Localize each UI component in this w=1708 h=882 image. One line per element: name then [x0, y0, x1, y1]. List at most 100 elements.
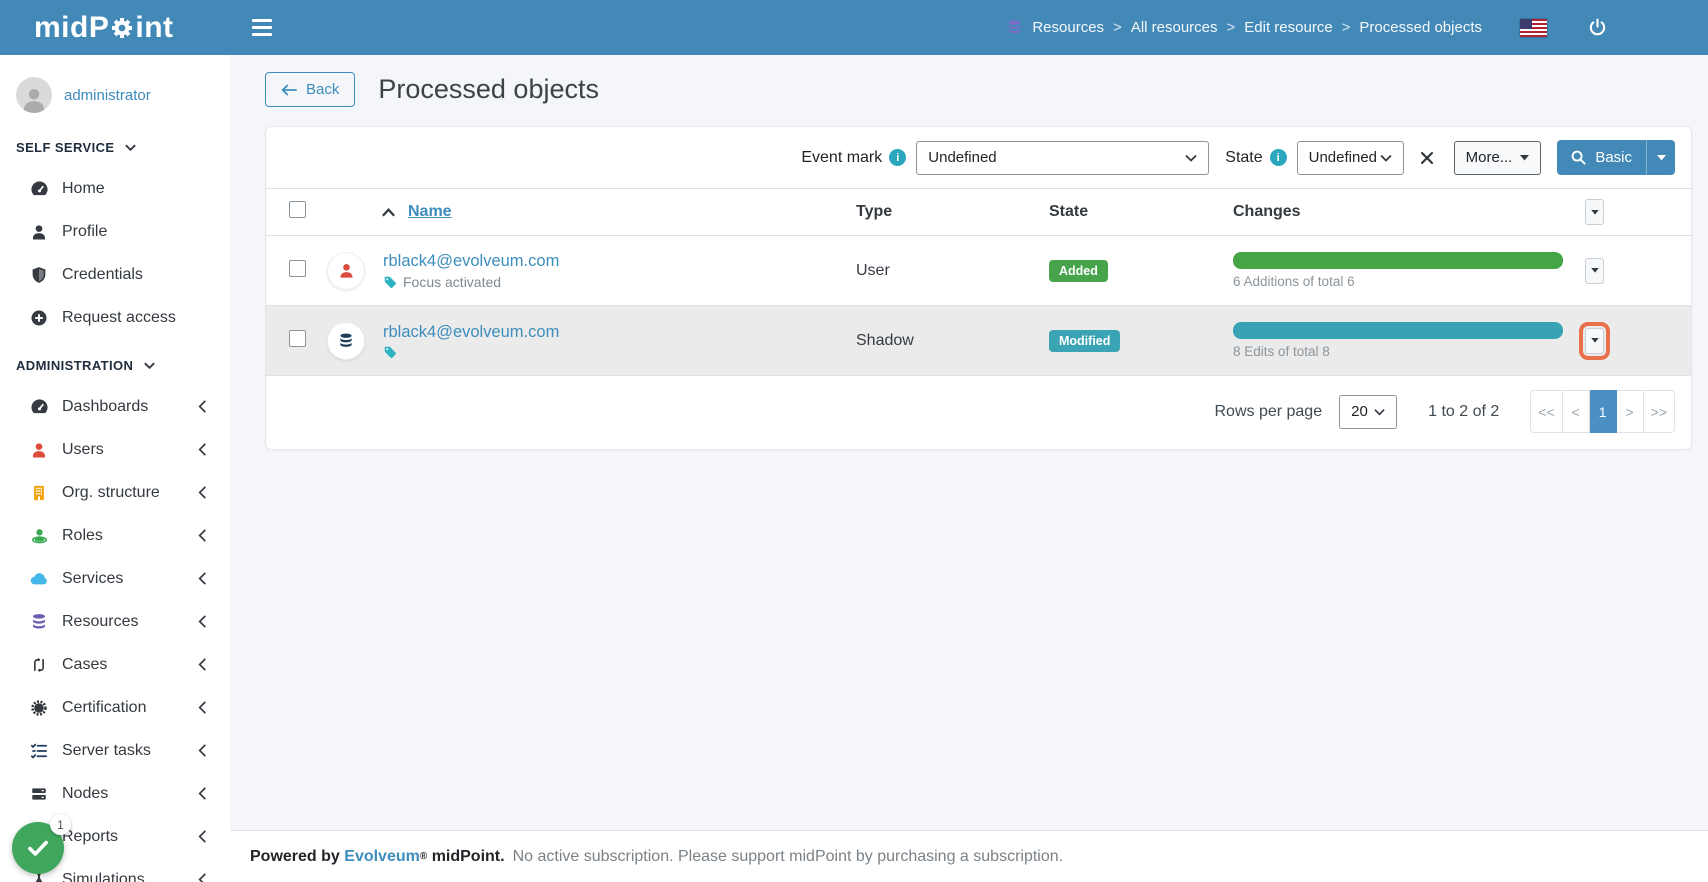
- sidebar-item-server-tasks[interactable]: Server tasks: [0, 729, 230, 772]
- sidebar-item-label: Home: [62, 180, 214, 198]
- column-header-state: State: [1041, 203, 1226, 221]
- gauge-icon: [29, 179, 49, 199]
- caret-down-icon: [1520, 155, 1529, 161]
- state-select[interactable]: Undefined: [1297, 141, 1404, 175]
- sort-ascending-icon[interactable]: [381, 207, 396, 218]
- registered-mark: ®: [420, 851, 427, 862]
- user-panel: administrator: [0, 69, 230, 121]
- chevron-left-icon: [197, 571, 208, 586]
- page-1-button[interactable]: 1: [1590, 390, 1617, 433]
- sidebar-item-nodes[interactable]: Nodes: [0, 772, 230, 815]
- back-button[interactable]: Back: [265, 72, 355, 107]
- building-icon: [29, 483, 49, 503]
- page-size-select[interactable]: 20: [1339, 395, 1397, 429]
- table-header-row: Name Type State Changes: [266, 188, 1691, 235]
- last-page-button[interactable]: >>: [1644, 390, 1675, 433]
- row-actions-dropdown-button[interactable]: [1585, 258, 1604, 284]
- basic-search-button[interactable]: Basic: [1557, 140, 1646, 175]
- breadcrumb-resources[interactable]: Resources: [1032, 19, 1104, 36]
- previous-page-button[interactable]: <: [1563, 390, 1590, 433]
- sidebar-item-certification[interactable]: Certification: [0, 686, 230, 729]
- sidebar-username-link[interactable]: administrator: [64, 87, 151, 104]
- menu-section-label: ADMINISTRATION: [16, 358, 133, 373]
- search-mode-caret-button[interactable]: [1646, 140, 1675, 175]
- object-type: User: [846, 262, 1041, 280]
- chevron-left-icon: [197, 528, 208, 543]
- table-config-dropdown-button[interactable]: [1585, 199, 1604, 225]
- logout-power-icon[interactable]: [1587, 17, 1608, 38]
- column-header-type: Type: [846, 203, 1041, 221]
- breadcrumb-edit-resource[interactable]: Edit resource: [1244, 19, 1332, 36]
- next-page-button[interactable]: >: [1617, 390, 1644, 433]
- info-icon[interactable]: i: [1270, 149, 1287, 166]
- sidebar-item-users[interactable]: Users: [0, 428, 230, 471]
- sidebar-item-label: Dashboards: [62, 398, 184, 416]
- top-bar: midP int Resources > All resources > Edi…: [0, 0, 1708, 55]
- user-icon: [29, 222, 49, 242]
- locale-flag-us[interactable]: [1520, 19, 1547, 37]
- pagination-summary: 1 to 2 of 2: [1428, 403, 1499, 421]
- sidebar-item-request-access[interactable]: Request access: [0, 296, 230, 339]
- sidebar-item-label: Certification: [62, 699, 184, 717]
- column-header-name[interactable]: Name: [408, 203, 452, 221]
- search-split-button: Basic: [1557, 140, 1675, 175]
- sidebar-toggle-hamburger-icon[interactable]: [252, 11, 286, 45]
- logo-text-pre: midP: [34, 11, 109, 45]
- page-size-value: 20: [1351, 403, 1368, 420]
- menu-section-administration[interactable]: ADMINISTRATION: [0, 345, 230, 385]
- chevron-left-icon: [197, 829, 208, 844]
- tasks-list-icon: [29, 741, 49, 761]
- first-page-button[interactable]: <<: [1530, 390, 1562, 433]
- chevron-down-icon: [1374, 408, 1385, 416]
- row-checkbox[interactable]: [289, 260, 306, 277]
- row-actions-dropdown-button-focused[interactable]: [1585, 328, 1604, 354]
- row-checkbox[interactable]: [289, 330, 306, 347]
- chevron-left-icon: [197, 872, 208, 882]
- shield-icon: [29, 265, 49, 285]
- sidebar-item-profile[interactable]: Profile: [0, 210, 230, 253]
- select-all-checkbox[interactable]: [289, 201, 306, 218]
- role-person-icon: [29, 526, 49, 546]
- user-type-icon: [328, 253, 364, 289]
- breadcrumb-separator: >: [1113, 19, 1122, 36]
- menu-section-self-service[interactable]: SELF SERVICE: [0, 127, 230, 167]
- sidebar-item-label: Services: [62, 570, 184, 588]
- more-filters-button[interactable]: More...: [1454, 141, 1542, 175]
- chevron-left-icon: [197, 657, 208, 672]
- breadcrumb-processed-objects: Processed objects: [1359, 19, 1482, 36]
- logo-text-post: int: [135, 11, 173, 45]
- clear-filter-x-icon[interactable]: [1416, 147, 1438, 169]
- sidebar-item-roles[interactable]: Roles: [0, 514, 230, 557]
- column-header-changes: Changes: [1226, 203, 1571, 221]
- event-mark-select[interactable]: Undefined: [916, 141, 1209, 175]
- sidebar-item-resources[interactable]: Resources: [0, 600, 230, 643]
- midpoint-logo[interactable]: midP int: [0, 11, 230, 45]
- sidebar-item-credentials[interactable]: Credentials: [0, 253, 230, 296]
- sidebar-item-label: Reports: [62, 828, 184, 846]
- caret-down-icon: [1591, 338, 1599, 343]
- chevron-left-icon: [197, 786, 208, 801]
- info-icon[interactable]: i: [889, 149, 906, 166]
- evolveum-link[interactable]: Evolveum: [344, 848, 420, 866]
- sidebar: administrator SELF SERVICE Home Profile …: [0, 55, 230, 882]
- sidebar-item-services[interactable]: Services: [0, 557, 230, 600]
- footer: Powered by Evolveum® midPoint. No active…: [230, 830, 1708, 882]
- changes-caption: 8 Edits of total 8: [1233, 344, 1571, 359]
- sidebar-item-home[interactable]: Home: [0, 167, 230, 210]
- tag-icon: [383, 345, 397, 359]
- sidebar-item-org-structure[interactable]: Org. structure: [0, 471, 230, 514]
- sidebar-item-label: Request access: [62, 309, 214, 327]
- breadcrumb-all-resources[interactable]: All resources: [1131, 19, 1218, 36]
- back-button-label: Back: [306, 81, 339, 98]
- shadow-type-icon: [328, 323, 364, 359]
- arrow-left-icon: [281, 83, 297, 97]
- caret-down-icon: [1591, 210, 1599, 215]
- sidebar-item-label: Profile: [62, 223, 214, 241]
- sidebar-item-label: Org. structure: [62, 484, 184, 502]
- object-name-link[interactable]: rblack4@evolveum.com: [383, 252, 559, 271]
- sidebar-item-cases[interactable]: Cases: [0, 643, 230, 686]
- sidebar-item-dashboards[interactable]: Dashboards: [0, 385, 230, 428]
- caret-down-icon: [1591, 268, 1599, 273]
- state-value: Undefined: [1309, 149, 1377, 166]
- object-name-link[interactable]: rblack4@evolveum.com: [383, 323, 559, 342]
